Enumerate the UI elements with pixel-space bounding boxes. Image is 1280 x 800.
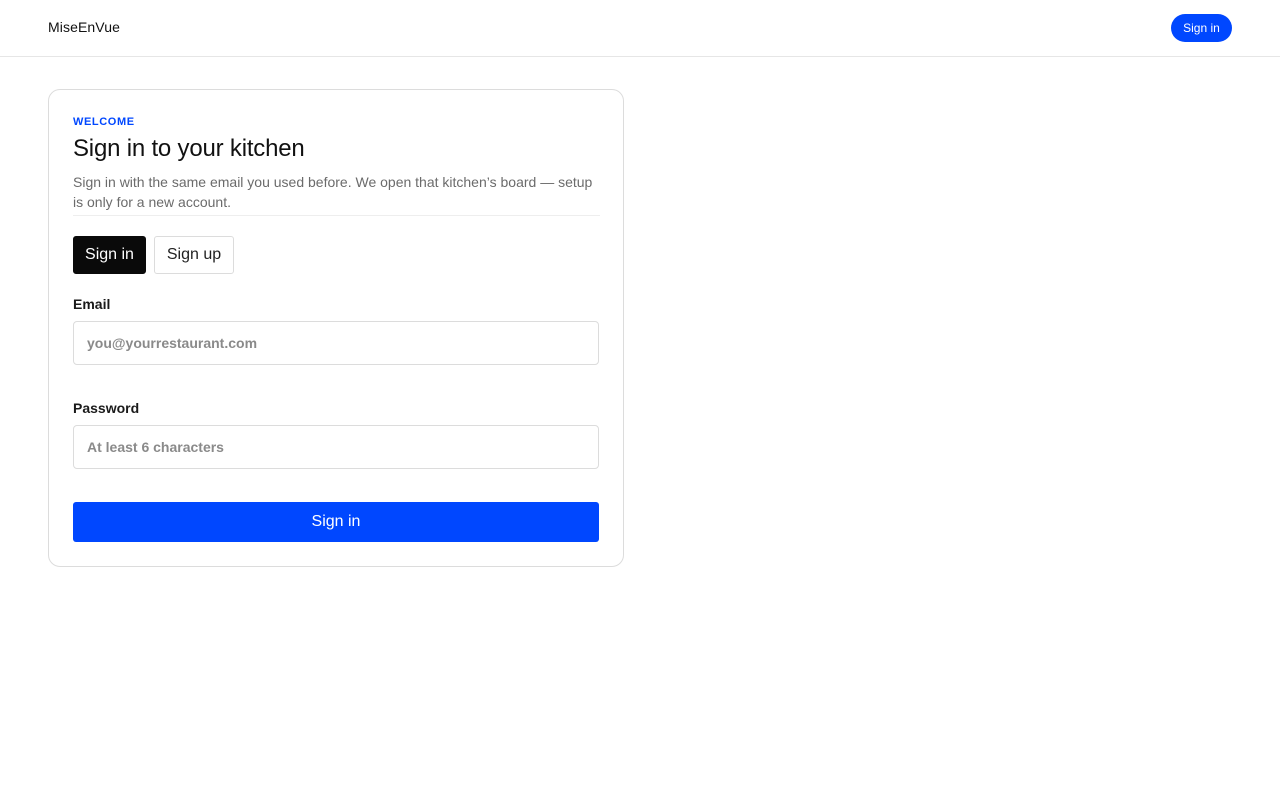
sign-in-submit-button[interactable]: Sign in — [73, 502, 599, 542]
header-sign-in-button[interactable]: Sign in — [1171, 14, 1232, 42]
sign-in-card: WELCOME Sign in to your kitchen Sign in … — [48, 89, 624, 567]
card-description: Sign in with the same email you used bef… — [73, 174, 593, 210]
tab-sign-up[interactable]: Sign up — [154, 236, 234, 274]
divider — [73, 215, 600, 216]
top-bar: MiseEnVue Sign in — [0, 0, 1280, 57]
email-field[interactable] — [73, 321, 599, 365]
password-field[interactable] — [73, 425, 599, 469]
tab-sign-in[interactable]: Sign in — [73, 236, 146, 274]
email-label: Email — [73, 296, 111, 312]
password-label: Password — [73, 400, 140, 416]
eyebrow-label: WELCOME — [73, 116, 135, 128]
page-title: Sign in to your kitchen — [73, 135, 305, 162]
brand-name[interactable]: MiseEnVue — [48, 19, 120, 35]
